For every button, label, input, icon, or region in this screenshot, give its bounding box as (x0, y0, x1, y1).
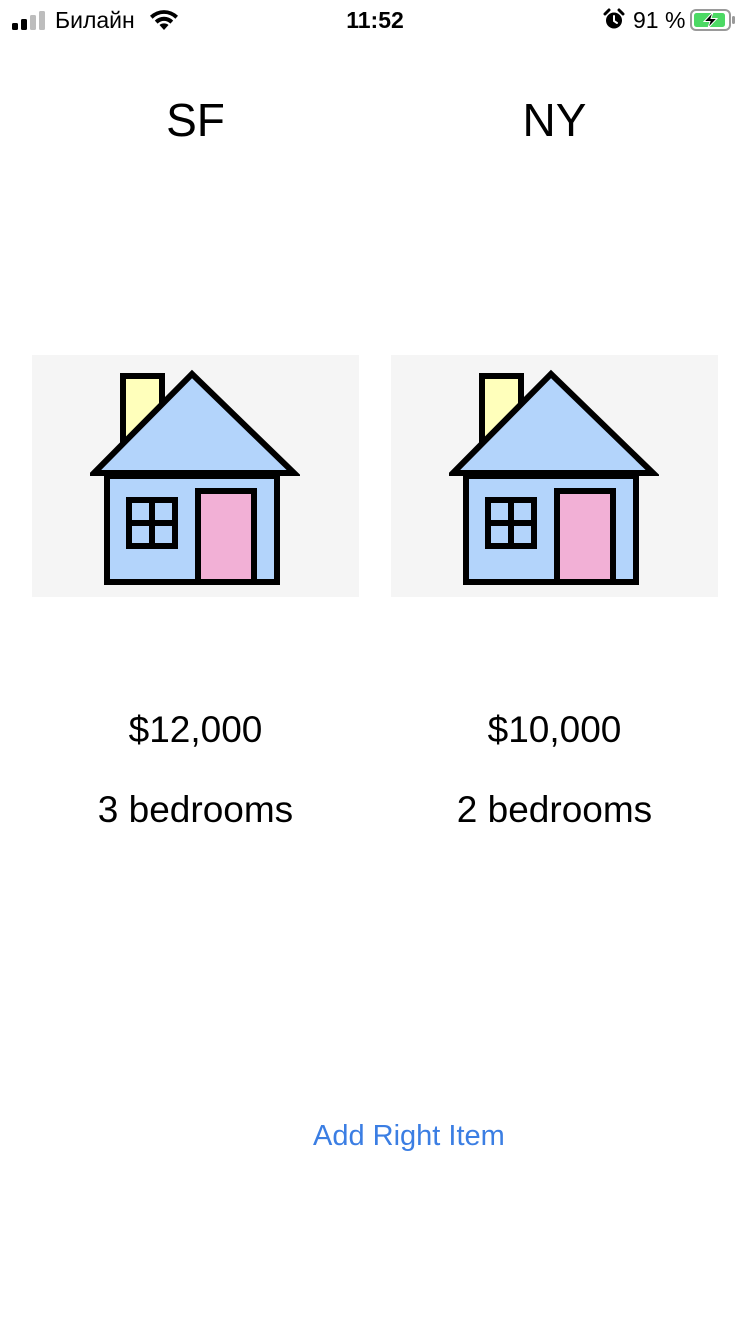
house-icon (90, 369, 300, 585)
listing-bedrooms: 3 bedrooms (97, 789, 294, 830)
listing-price: $10,000 (487, 709, 622, 750)
battery-percent: 91 % (633, 7, 686, 33)
battery-charging-icon (690, 9, 735, 31)
house-icon (449, 369, 659, 585)
alarm-icon (603, 8, 625, 29)
status-bar: Билайн 11:52 91 % (0, 0, 750, 40)
listing-bedrooms: 2 bedrooms (456, 789, 653, 830)
city-title: SF (166, 94, 225, 146)
listing-price: $12,000 (128, 709, 263, 750)
city-title: NY (522, 94, 587, 146)
house-image (32, 355, 359, 597)
add-right-item-button[interactable]: Add Right Item (313, 1118, 505, 1154)
house-image (391, 355, 718, 597)
